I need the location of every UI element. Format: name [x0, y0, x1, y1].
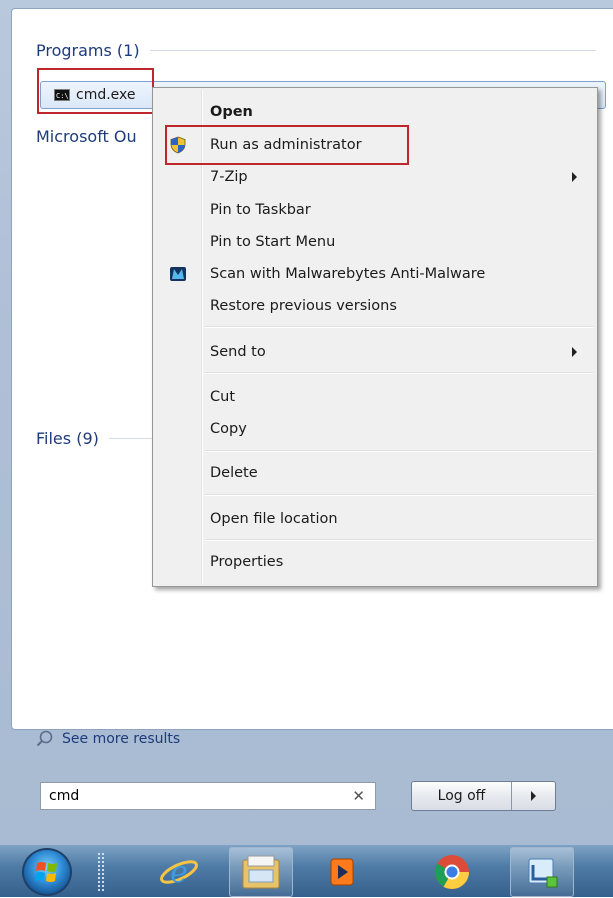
submenu-arrow-icon	[572, 172, 577, 182]
windows-logo-icon	[35, 862, 57, 882]
menu-item-label: Pin to Taskbar	[210, 202, 311, 218]
menu-item-label: Open file location	[210, 511, 338, 527]
search-icon	[36, 730, 53, 747]
taskbar-grip[interactable]	[97, 852, 105, 892]
annotation-box-cmd	[37, 68, 154, 114]
menu-separator	[205, 450, 593, 452]
menu-item-label: Properties	[210, 554, 284, 570]
menu-item-restore-previous-versions[interactable]: Restore previous versions	[155, 291, 595, 321]
internet-explorer-icon: e	[160, 855, 198, 890]
taskbar-internet-explorer[interactable]: e	[147, 847, 211, 897]
close-icon[interactable]: ✕	[352, 787, 365, 805]
menu-item-label: Cut	[210, 389, 235, 405]
section-divider	[149, 50, 596, 51]
menu-item-label: 7-Zip	[210, 169, 248, 185]
log-off-button[interactable]: Log off	[412, 782, 512, 810]
menu-item-malwarebytes[interactable]: Scan with Malwarebytes Anti-Malware	[155, 259, 595, 289]
taskbar-remote-desktop[interactable]	[510, 847, 574, 897]
menu-separator	[205, 494, 593, 496]
chrome-icon	[435, 855, 469, 889]
menu-item-open[interactable]: Open	[155, 97, 595, 127]
menu-item-pin-to-start[interactable]: Pin to Start Menu	[155, 227, 595, 257]
programs-section-header: Programs (1)	[36, 41, 596, 60]
see-more-results-label: See more results	[62, 731, 181, 747]
menu-item-cut[interactable]: Cut	[155, 382, 595, 412]
menu-item-delete[interactable]: Delete	[155, 458, 595, 488]
menu-item-label: Restore previous versions	[210, 298, 397, 314]
menu-item-7zip[interactable]: 7-Zip	[155, 162, 595, 192]
menu-separator	[205, 326, 593, 328]
file-explorer-icon	[242, 855, 280, 889]
menu-item-copy[interactable]: Copy	[155, 414, 595, 444]
menu-item-label: Copy	[210, 421, 247, 437]
svg-text:e: e	[170, 855, 188, 890]
taskbar-chrome[interactable]	[420, 847, 484, 897]
annotation-box-run-as-admin	[165, 125, 409, 165]
menu-separator	[205, 372, 593, 374]
chevron-right-icon	[531, 791, 536, 801]
menu-item-label: Scan with Malwarebytes Anti-Malware	[210, 266, 486, 282]
media-player-icon	[330, 858, 354, 886]
start-search-box[interactable]: ✕	[40, 782, 376, 810]
result-item-outlook[interactable]: Microsoft Ou	[36, 127, 137, 146]
menu-item-send-to[interactable]: Send to	[155, 337, 595, 367]
remote-desktop-icon	[528, 858, 558, 888]
menu-item-label: Pin to Start Menu	[210, 234, 336, 250]
taskbar-media-player[interactable]	[310, 847, 374, 897]
submenu-arrow-icon	[572, 347, 577, 357]
shutdown-button-group: Log off	[411, 781, 556, 811]
files-header-label: Files (9)	[36, 429, 99, 448]
search-input[interactable]	[47, 787, 341, 805]
menu-item-open-file-location[interactable]: Open file location	[155, 504, 595, 534]
menu-item-pin-to-taskbar[interactable]: Pin to Taskbar	[155, 195, 595, 225]
menu-item-label: Send to	[210, 344, 266, 360]
menu-separator	[205, 539, 593, 541]
menu-item-label: Open	[210, 104, 253, 120]
shutdown-options-button[interactable]	[512, 791, 555, 801]
menu-item-properties[interactable]: Properties	[155, 547, 595, 577]
taskbar-file-explorer[interactable]	[229, 847, 293, 897]
malwarebytes-icon	[170, 267, 186, 281]
programs-header-label: Programs (1)	[36, 41, 140, 60]
menu-item-label: Delete	[210, 465, 258, 481]
see-more-results-link[interactable]: See more results	[36, 730, 180, 748]
start-orb-icon[interactable]	[22, 848, 72, 896]
